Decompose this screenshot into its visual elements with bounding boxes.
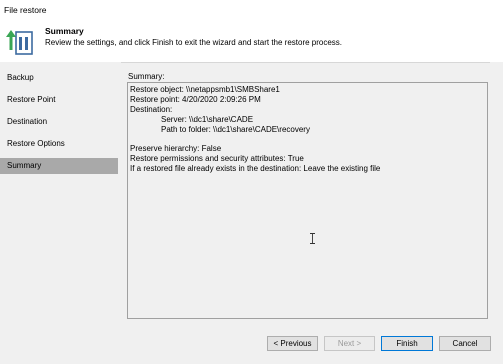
wizard-steps: Backup Restore Point Destination Restore… — [0, 62, 121, 328]
summary-line: Preserve hierarchy: False — [130, 144, 222, 153]
previous-button[interactable]: < Previous — [267, 336, 318, 351]
summary-line: If a restored file already exists in the… — [130, 164, 381, 173]
window-title: File restore — [4, 5, 47, 15]
header-description: Review the settings, and click Finish to… — [45, 38, 343, 47]
sidebar-item-backup[interactable]: Backup — [0, 70, 118, 86]
header-title: Summary — [45, 26, 84, 36]
cancel-button[interactable]: Cancel — [439, 336, 491, 351]
summary-text-area[interactable]: Restore object: \\netappsmb1\SMBShare1 R… — [127, 82, 488, 319]
summary-line: Restore point: 4/20/2020 2:09:26 PM — [130, 95, 261, 104]
sidebar-item-restore-options[interactable]: Restore Options — [0, 136, 118, 152]
text-cursor-icon — [310, 233, 315, 244]
right-edge — [490, 62, 503, 328]
summary-label: Summary: — [128, 72, 165, 81]
sidebar-item-restore-point[interactable]: Restore Point — [0, 92, 118, 108]
finish-button[interactable]: Finish — [381, 336, 433, 351]
wizard-header: Summary Review the settings, and click F… — [0, 20, 503, 63]
summary-line: Restore permissions and security attribu… — [130, 154, 304, 163]
window-titlebar: File restore — [0, 0, 503, 21]
next-button[interactable]: Next > — [324, 336, 375, 351]
sidebar-item-summary[interactable]: Summary — [0, 158, 118, 174]
summary-line: Restore object: \\netappsmb1\SMBShare1 — [130, 85, 280, 94]
sidebar-item-destination[interactable]: Destination — [0, 114, 118, 130]
summary-line: Server: \\dc1\share\CADE — [161, 115, 254, 124]
restore-wizard-icon — [6, 30, 33, 55]
summary-line: Path to folder: \\dc1\share\CADE\recover… — [161, 125, 310, 134]
summary-line: Destination: — [130, 105, 173, 114]
